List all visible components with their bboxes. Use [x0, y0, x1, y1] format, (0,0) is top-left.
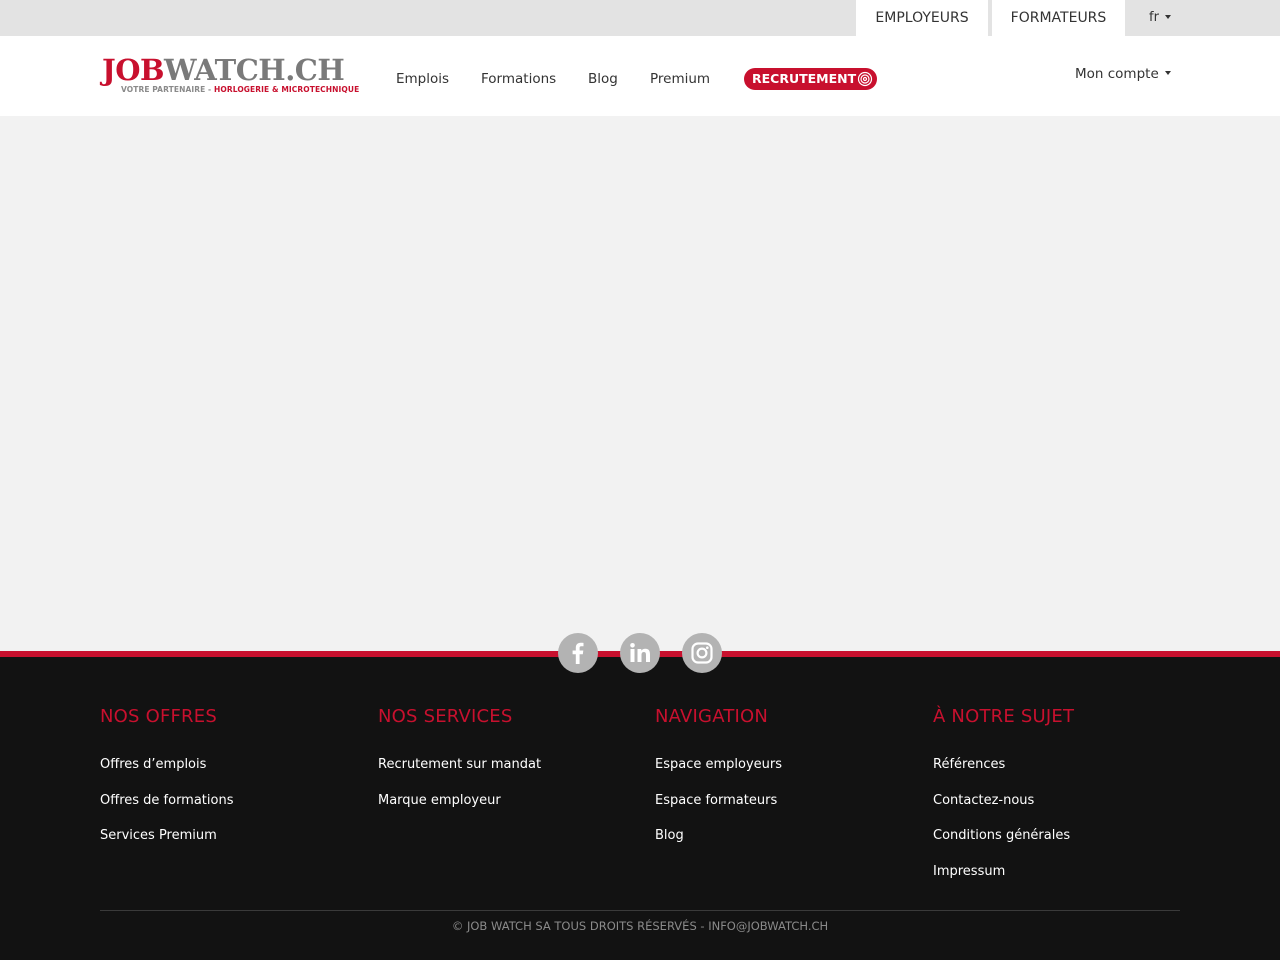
nav-emplois[interactable]: Emplois [396, 36, 449, 116]
recrutement-button[interactable]: RECRUTEMENT [744, 68, 877, 90]
employers-tab[interactable]: EMPLOYEURS [856, 0, 988, 36]
nav-formations[interactable]: Formations [481, 36, 556, 116]
copyright-text: © JOB WATCH SA TOUS DROITS RÉSERVÉS - IN… [451, 919, 829, 933]
footer-link-impressum[interactable]: Impressum [933, 864, 1183, 900]
footer-heading: NOS SERVICES [378, 706, 513, 727]
logo-tagline: VOTRE PARTENAIRE - HORLOGERIE & MICROTEC… [121, 85, 360, 94]
footer-heading: NOS OFFRES [100, 706, 217, 727]
target-icon [857, 71, 873, 87]
footer-link-job-offers[interactable]: Offres d’emplois [100, 757, 350, 793]
facebook-link[interactable] [558, 633, 598, 673]
footer-column-navigation: NAVIGATION Espace employeurs Espace form… [655, 705, 905, 864]
footer-heading: NAVIGATION [655, 706, 769, 727]
linkedin-icon [630, 643, 650, 662]
language-selector[interactable]: fr [1125, 0, 1195, 36]
facebook-icon [572, 642, 584, 664]
chevron-down-icon [1164, 14, 1171, 19]
top-utility-bar: EMPLOYEURS FORMATEURS fr [0, 0, 1280, 36]
footer-link-blog[interactable]: Blog [655, 828, 905, 864]
footer-link-references[interactable]: Références [933, 757, 1183, 793]
site-logo[interactable]: JOBWATCH.CH VOTRE PARTENAIRE - HORLOGERI… [102, 54, 364, 98]
main-header: JOBWATCH.CH VOTRE PARTENAIRE - HORLOGERI… [0, 36, 1280, 116]
footer-link-premium-services[interactable]: Services Premium [100, 828, 350, 864]
nav-blog[interactable]: Blog [588, 36, 618, 116]
instagram-icon [691, 642, 713, 664]
recrutement-label: RECRUTEMENT [752, 71, 857, 86]
footer-link-contact[interactable]: Contactez-nous [933, 793, 1183, 829]
footer-link-mandate-recruitment[interactable]: Recrutement sur mandat [378, 757, 628, 793]
site-footer: NOS OFFRES Offres d’emplois Offres de fo… [0, 657, 1280, 960]
linkedin-link[interactable] [620, 633, 660, 673]
language-label: fr [1149, 10, 1159, 25]
instagram-link[interactable] [682, 633, 722, 673]
account-menu[interactable]: Mon compte [1075, 66, 1171, 82]
logo-wordmark: JOBWATCH.CH [102, 53, 345, 87]
trainers-tab[interactable]: FORMATEURS [992, 0, 1125, 36]
nav-premium[interactable]: Premium [650, 36, 710, 116]
footer-column-services: NOS SERVICES Recrutement sur mandat Marq… [378, 705, 628, 828]
footer-column-about: À NOTRE SUJET Références Contactez-nous … [933, 705, 1183, 899]
chevron-down-icon [1164, 71, 1171, 75]
footer-heading: À NOTRE SUJET [933, 706, 1075, 727]
footer-column-offers: NOS OFFRES Offres d’emplois Offres de fo… [100, 705, 350, 864]
footer-divider [100, 910, 1180, 911]
footer-link-employer-space[interactable]: Espace employeurs [655, 757, 905, 793]
footer-link-training-offers[interactable]: Offres de formations [100, 793, 350, 829]
footer-link-terms[interactable]: Conditions générales [933, 828, 1183, 864]
footer-link-employer-brand[interactable]: Marque employeur [378, 793, 628, 829]
account-label: Mon compte [1075, 66, 1159, 82]
footer-link-trainer-space[interactable]: Espace formateurs [655, 793, 905, 829]
